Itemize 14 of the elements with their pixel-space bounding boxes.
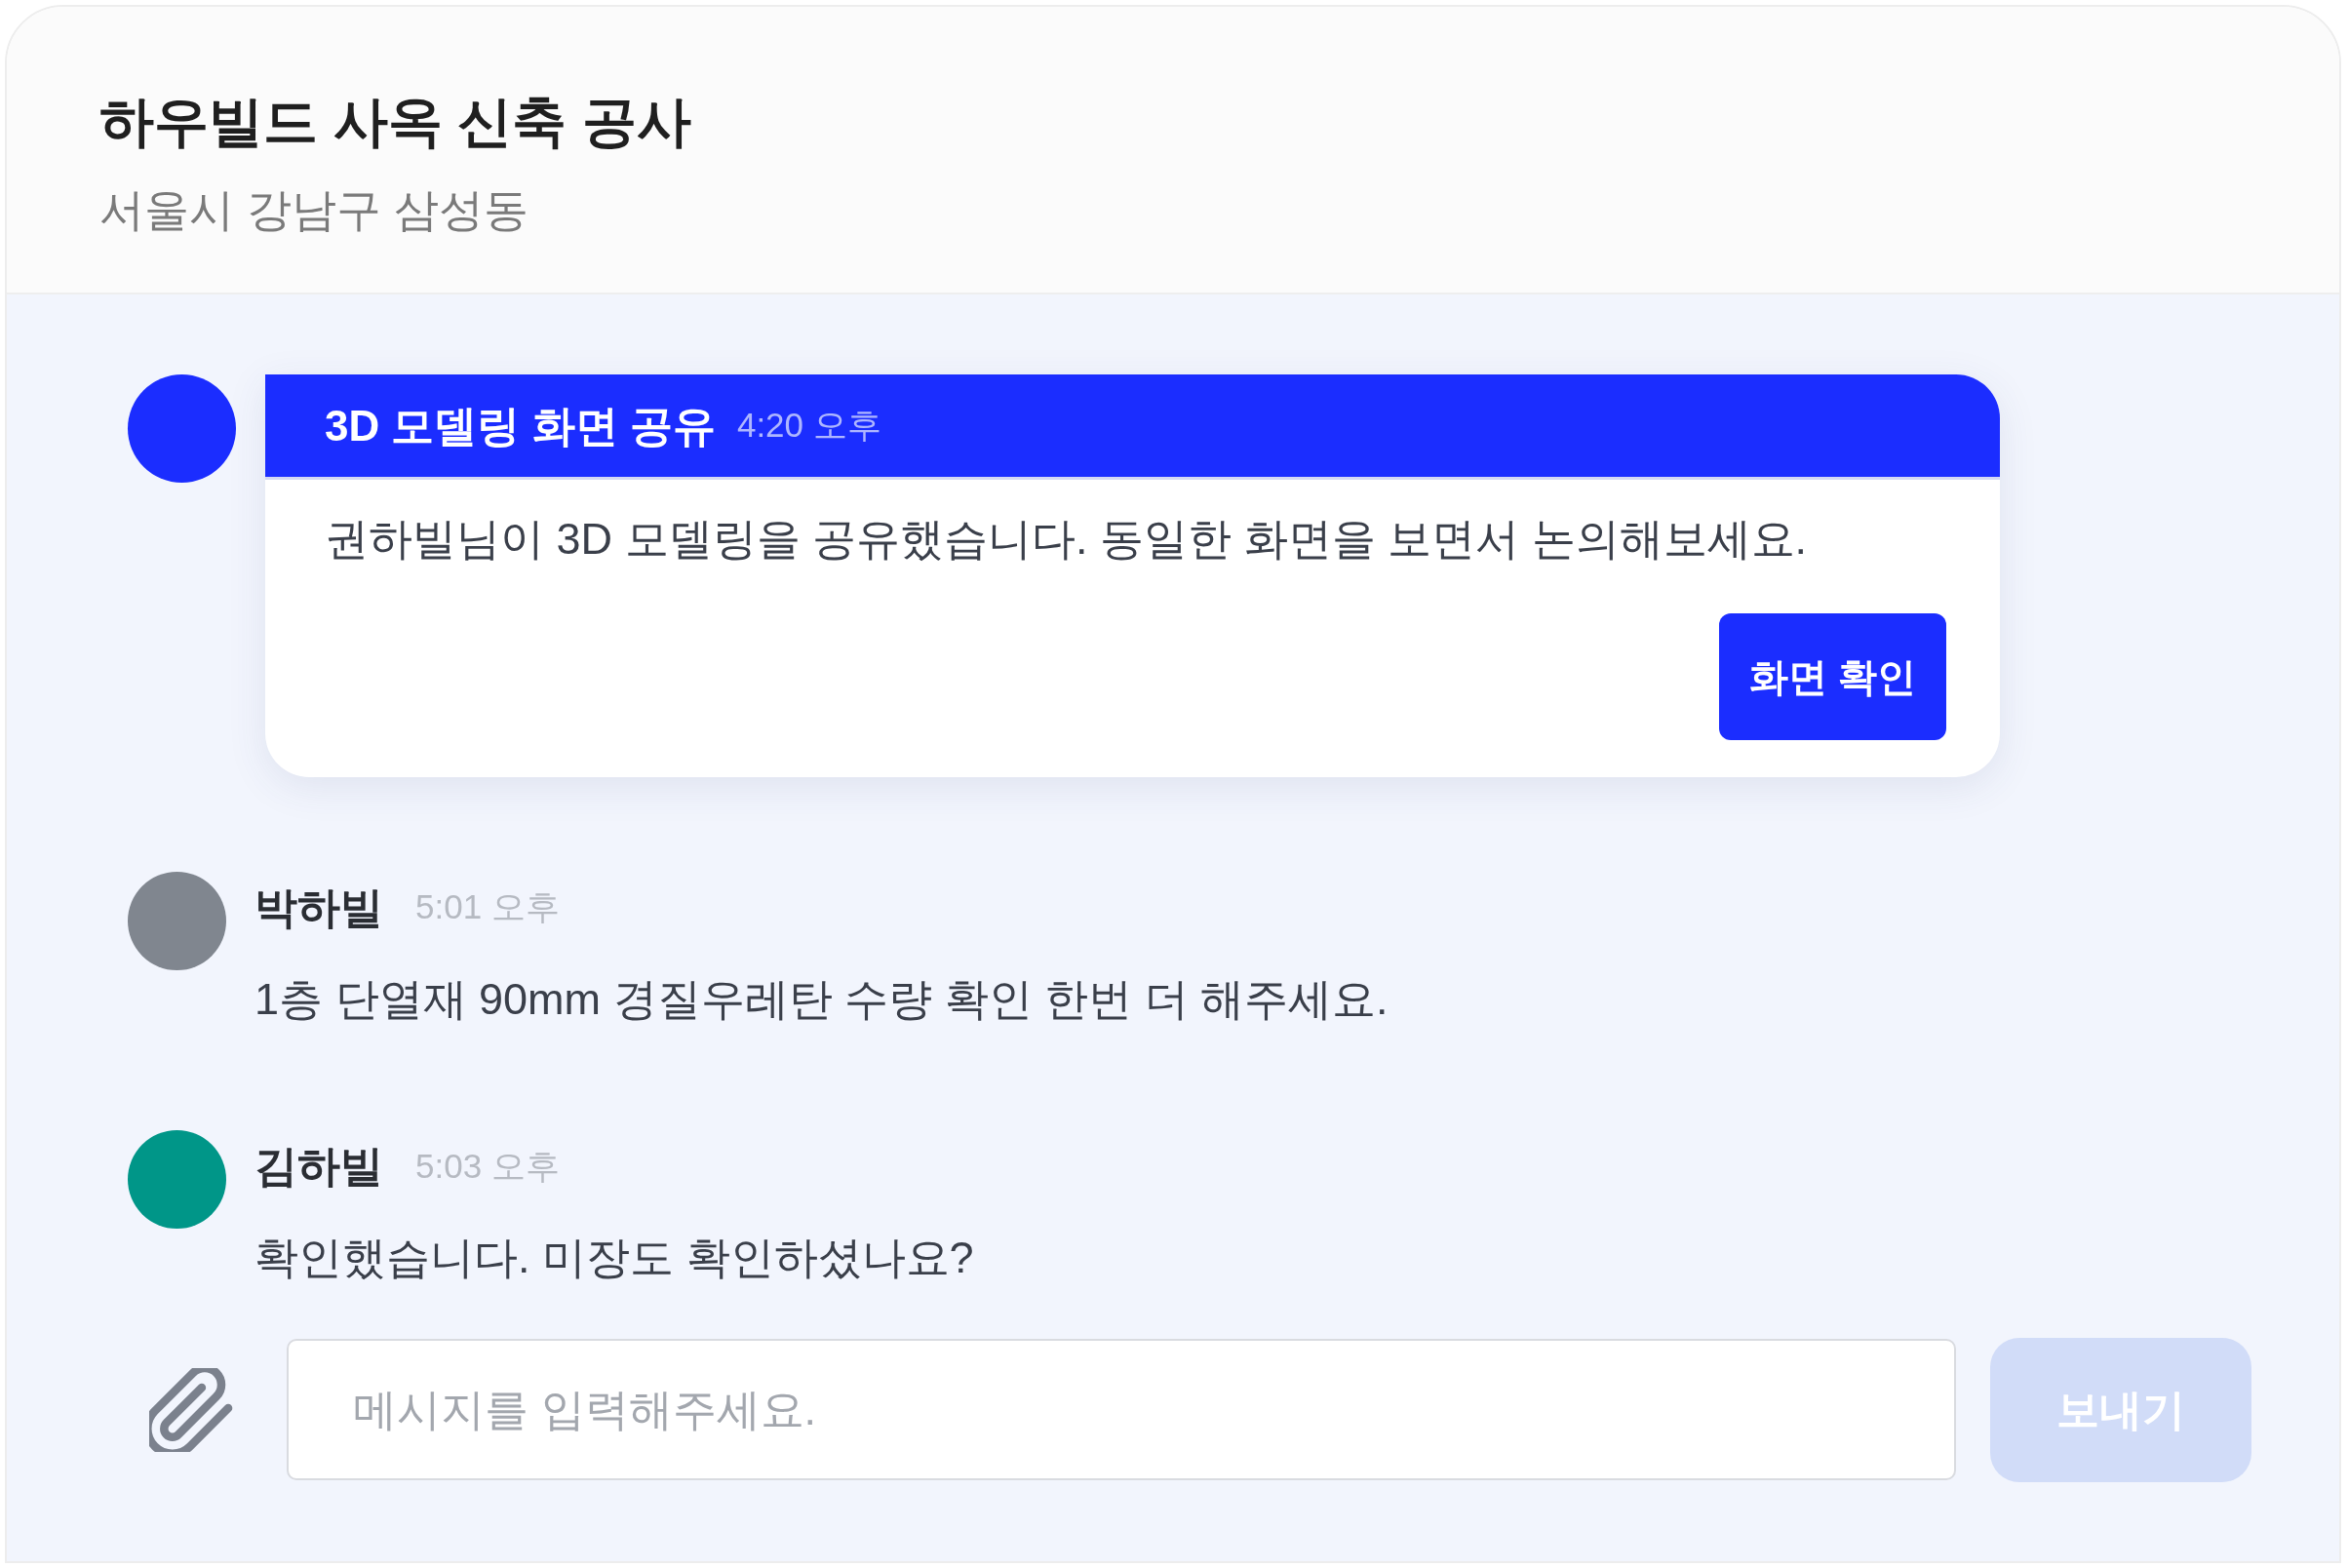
message-text: 확인했습니다. 미장도 확인하셨나요? bbox=[254, 1232, 974, 1285]
message-input[interactable]: 메시지를 입력해주세요. bbox=[287, 1339, 1956, 1481]
message-time: 5:03 오후 bbox=[415, 1145, 560, 1187]
sender-name: 박하빌 bbox=[254, 882, 383, 933]
message-time: 4:20 오후 bbox=[736, 405, 881, 447]
message-time: 5:01 오후 bbox=[415, 885, 560, 927]
sender-name: 김하빌 bbox=[254, 1141, 383, 1193]
view-screen-button[interactable]: 화면 확인 bbox=[1719, 612, 1946, 740]
message-text: 권하빌님이 3D 모델링을 공유했습니다. 동일한 화면을 보면서 논의해보세요. bbox=[325, 513, 1809, 566]
paperclip-icon[interactable] bbox=[149, 1367, 233, 1452]
project-location: 서울시 강남구 삼성동 bbox=[99, 183, 528, 238]
share-title: 3D 모델링 화면 공유 bbox=[325, 400, 716, 451]
project-title: 하우빌드 사옥 신축 공사 bbox=[99, 90, 691, 154]
message-text: 1층 단열재 90mm 경질우레탄 수량 확인 한번 더 해주세요. bbox=[254, 972, 1389, 1026]
